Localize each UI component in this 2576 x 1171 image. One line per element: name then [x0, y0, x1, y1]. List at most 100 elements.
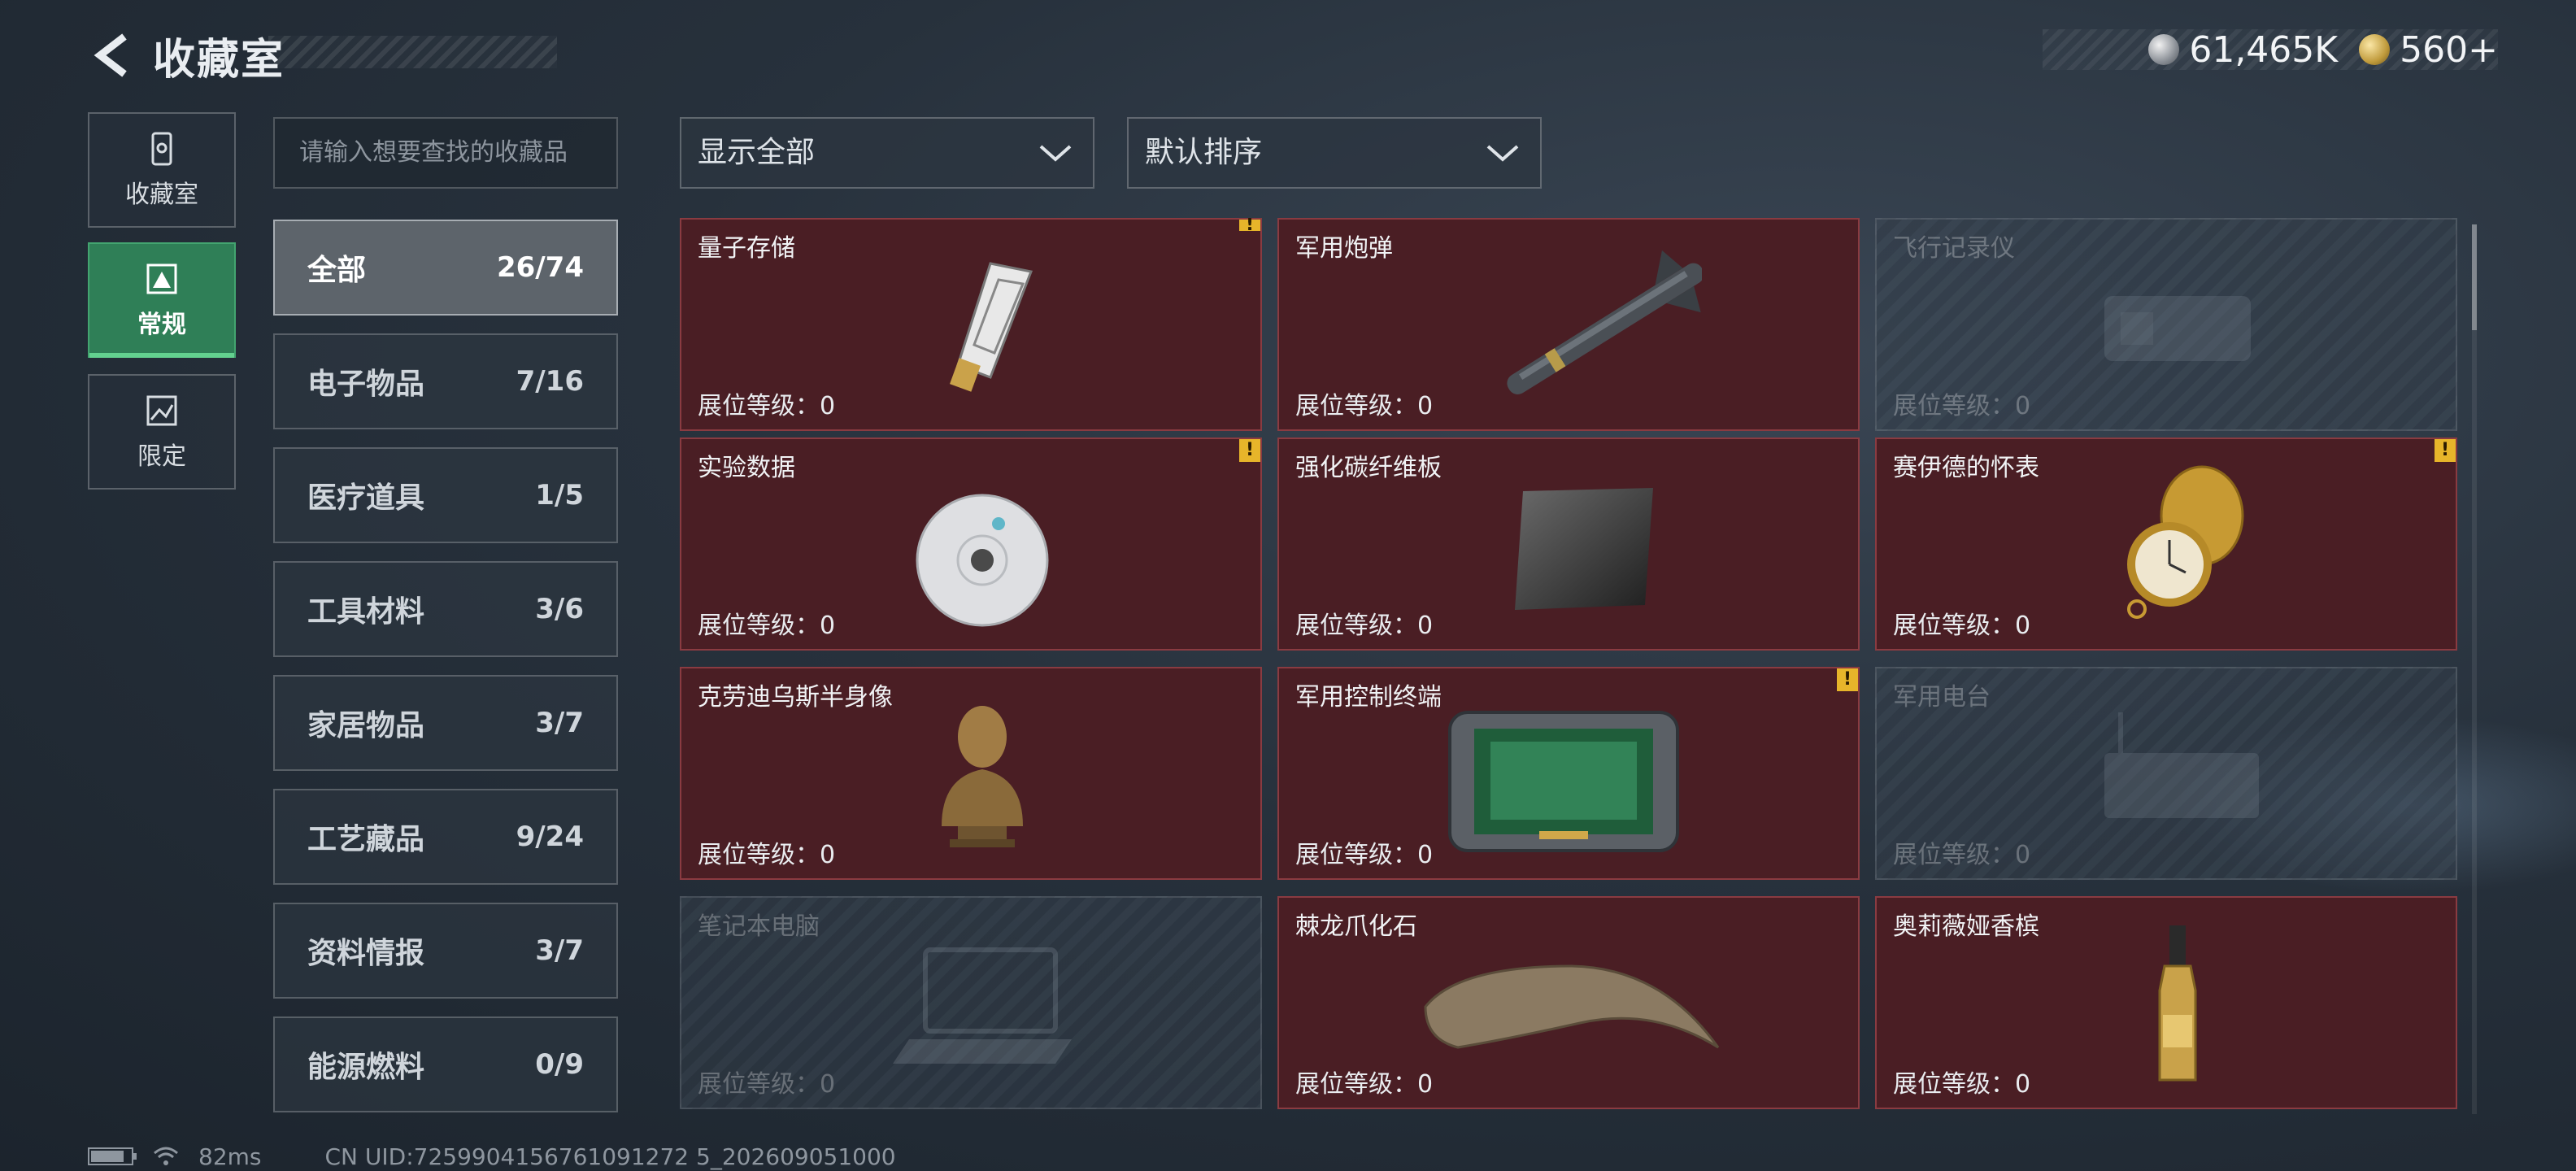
- filter-dropdown[interactable]: 显示全部: [680, 117, 1094, 189]
- limited-icon: [146, 395, 177, 426]
- category-count: 3/7: [535, 934, 584, 967]
- item-name: 强化碳纤维板: [1295, 454, 1442, 482]
- item-name: 奥莉薇娅香槟: [1893, 912, 2039, 941]
- item-level: 展位等级：0: [1893, 1070, 2031, 1099]
- item-name: 笔记本电脑: [698, 912, 820, 941]
- category-count: 7/16: [516, 365, 584, 398]
- silver-amount: 61,465K: [2189, 28, 2339, 71]
- category-name: 电子物品: [307, 368, 425, 401]
- user-uid: CN UID:7259904156761091272 5_20260905100…: [324, 1143, 896, 1170]
- category-count: 3/7: [535, 707, 584, 739]
- item-level: 展位等级：0: [698, 392, 836, 420]
- item-name: 量子存储: [698, 234, 795, 263]
- item-card-military-shell[interactable]: 军用炮弹 展位等级：0: [1277, 218, 1860, 431]
- category-name: 能源燃料: [307, 1051, 425, 1084]
- claw-fossil-icon: [1424, 964, 1720, 1049]
- gold-coin-icon: [2359, 34, 2391, 65]
- item-level: 展位等级：0: [698, 612, 836, 640]
- item-card-quantum-storage[interactable]: ! 量子存储 展位等级：0: [680, 218, 1262, 431]
- nav-tab-limited[interactable]: 限定: [88, 374, 236, 490]
- gold-currency[interactable]: 560+: [2359, 29, 2498, 71]
- warning-badge: !: [1837, 668, 1858, 691]
- item-card-carbon-plate[interactable]: 强化碳纤维板 展位等级：0: [1277, 437, 1860, 651]
- grid-scrollbar[interactable]: [2472, 224, 2477, 1114]
- pocket-watch-icon: [2127, 465, 2244, 619]
- category-count: 0/9: [535, 1048, 584, 1081]
- usb-drive-icon: [950, 262, 1033, 392]
- item-level: 展位等级：0: [698, 1070, 836, 1099]
- nav-tab-label: 限定: [137, 442, 186, 471]
- item-name: 军用炮弹: [1295, 234, 1393, 263]
- back-button[interactable]: [88, 27, 137, 84]
- filter-value: 显示全部: [698, 136, 816, 169]
- category-all[interactable]: 全部 26/74: [273, 220, 618, 316]
- collection-grid: ! 量子存储 展位等级：0 军用炮弹 展位等级：0 飞行记录仪 展位等级：0 !…: [680, 218, 2457, 1114]
- nav-tab-regular[interactable]: 常规: [88, 242, 236, 358]
- wifi-icon: [154, 1147, 178, 1165]
- item-card-flight-recorder[interactable]: 飞行记录仪 展位等级：0: [1875, 218, 2457, 431]
- category-electronics[interactable]: 电子物品 7/16: [273, 333, 618, 429]
- category-name: 资料情报: [307, 937, 425, 970]
- category-name: 工艺藏品: [307, 823, 425, 856]
- category-name: 家居物品: [307, 709, 425, 742]
- category-name: 医疗道具: [307, 481, 425, 515]
- nav-tab-label: 常规: [137, 311, 186, 339]
- item-card-military-terminal[interactable]: ! 军用控制终端 展位等级：0: [1277, 667, 1860, 880]
- nav-tab-collection-room[interactable]: 收藏室: [88, 112, 236, 228]
- item-card-experiment-data[interactable]: ! 实验数据 展位等级：0: [680, 437, 1262, 651]
- category-crafts[interactable]: 工艺藏品 9/24: [273, 789, 618, 885]
- category-medical[interactable]: 医疗道具 1/5: [273, 447, 618, 543]
- radio-icon: [2104, 712, 2259, 818]
- sort-dropdown[interactable]: 默认排序: [1127, 117, 1542, 189]
- item-name: 棘龙爪化石: [1295, 912, 1417, 941]
- item-name: 赛伊德的怀表: [1893, 454, 2039, 482]
- title-decoration: [268, 36, 557, 68]
- category-name: 全部: [307, 254, 367, 287]
- back-arrow-icon: [94, 33, 127, 77]
- carbon-plate-icon: [1515, 488, 1653, 610]
- warning-badge: !: [1239, 218, 1260, 234]
- item-name: 飞行记录仪: [1893, 234, 2015, 263]
- item-name: 军用电台: [1893, 683, 1991, 712]
- category-count: 1/5: [535, 479, 584, 511]
- header: 收藏室: [88, 23, 285, 88]
- category-tools[interactable]: 工具材料 3/6: [273, 561, 618, 657]
- sort-value: 默认排序: [1145, 136, 1263, 169]
- item-level: 展位等级：0: [1295, 392, 1434, 420]
- item-name: 实验数据: [698, 454, 795, 482]
- silver-coin-icon: [2148, 34, 2180, 65]
- category-count: 26/74: [496, 251, 584, 284]
- warning-badge: !: [1239, 439, 1260, 462]
- status-footer: 82ms CN UID:7259904156761091272 5_202609…: [88, 1142, 896, 1171]
- category-count: 3/6: [535, 593, 584, 625]
- item-level: 展位等级：0: [1295, 841, 1434, 869]
- scroll-thumb[interactable]: [2472, 224, 2477, 330]
- chevron-down-icon: [1039, 145, 1072, 162]
- item-name: 军用控制终端: [1295, 683, 1442, 712]
- chevron-down-icon: [1486, 145, 1519, 162]
- warning-badge: !: [2435, 439, 2456, 462]
- item-card-laptop[interactable]: 笔记本电脑 展位等级：0: [680, 896, 1262, 1109]
- bust-icon: [942, 706, 1023, 847]
- search-input[interactable]: 请输入想要查找的收藏品: [273, 117, 618, 189]
- silver-currency[interactable]: 61,465K: [2148, 29, 2338, 71]
- item-card-military-radio[interactable]: 军用电台 展位等级：0: [1875, 667, 2457, 880]
- category-intel[interactable]: 资料情报 3/7: [273, 903, 618, 999]
- gold-amount: 560+: [2400, 28, 2498, 71]
- item-card-champagne[interactable]: 奥莉薇娅香槟 展位等级：0: [1875, 896, 2457, 1109]
- item-card-claudius-bust[interactable]: 克劳迪乌斯半身像 展位等级：0: [680, 667, 1262, 880]
- item-card-claw-fossil[interactable]: 棘龙爪化石 展位等级：0: [1277, 896, 1860, 1109]
- currency-bar: 61,465K 560+: [2043, 29, 2498, 71]
- item-card-pocket-watch[interactable]: ! 赛伊德的怀表 展位等级：0: [1875, 437, 2457, 651]
- item-level: 展位等级：0: [1893, 392, 2031, 420]
- item-level: 展位等级：0: [1893, 612, 2031, 640]
- category-household[interactable]: 家居物品 3/7: [273, 675, 618, 771]
- category-energy[interactable]: 能源燃料 0/9: [273, 1016, 618, 1112]
- terminal-icon: [1448, 711, 1679, 852]
- item-level: 展位等级：0: [698, 841, 836, 869]
- page-title: 收藏室: [153, 35, 285, 85]
- item-name: 克劳迪乌斯半身像: [698, 683, 893, 712]
- item-level: 展位等级：0: [1295, 612, 1434, 640]
- collection-room-icon: [151, 132, 172, 166]
- missile-icon: [1507, 250, 1702, 394]
